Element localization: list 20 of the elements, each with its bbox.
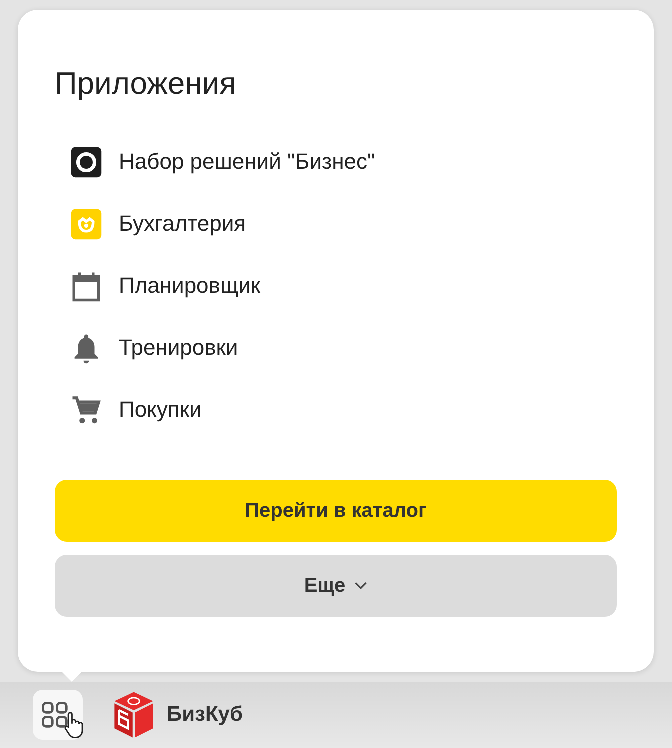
app-item[interactable]: Тренировки [70, 332, 617, 364]
more-button[interactable]: Еще [55, 555, 617, 617]
app-item[interactable]: Покупки [70, 394, 617, 426]
chevron-icon [354, 581, 368, 591]
app-name: БизКуб [167, 703, 243, 727]
app-label: Набор решений "Бизнес" [119, 149, 376, 175]
app-item[interactable]: Набор решений "Бизнес" [70, 146, 617, 178]
apps-button[interactable] [33, 690, 83, 740]
catalog-button[interactable]: Перейти в каталог [55, 480, 617, 542]
flower-icon [70, 208, 103, 240]
app-item[interactable]: Бухгалтерия [70, 208, 617, 240]
app-label: Тренировки [119, 335, 238, 361]
popup-title: Приложения [55, 66, 238, 102]
cart-icon [70, 394, 103, 426]
app-label: Планировщик [119, 273, 260, 299]
grid-icon [41, 701, 69, 729]
app-label: Бухгалтерия [119, 211, 246, 237]
ring-icon [70, 146, 103, 178]
app-label: Покупки [119, 397, 202, 423]
app-item[interactable]: Планировщик [70, 270, 617, 302]
